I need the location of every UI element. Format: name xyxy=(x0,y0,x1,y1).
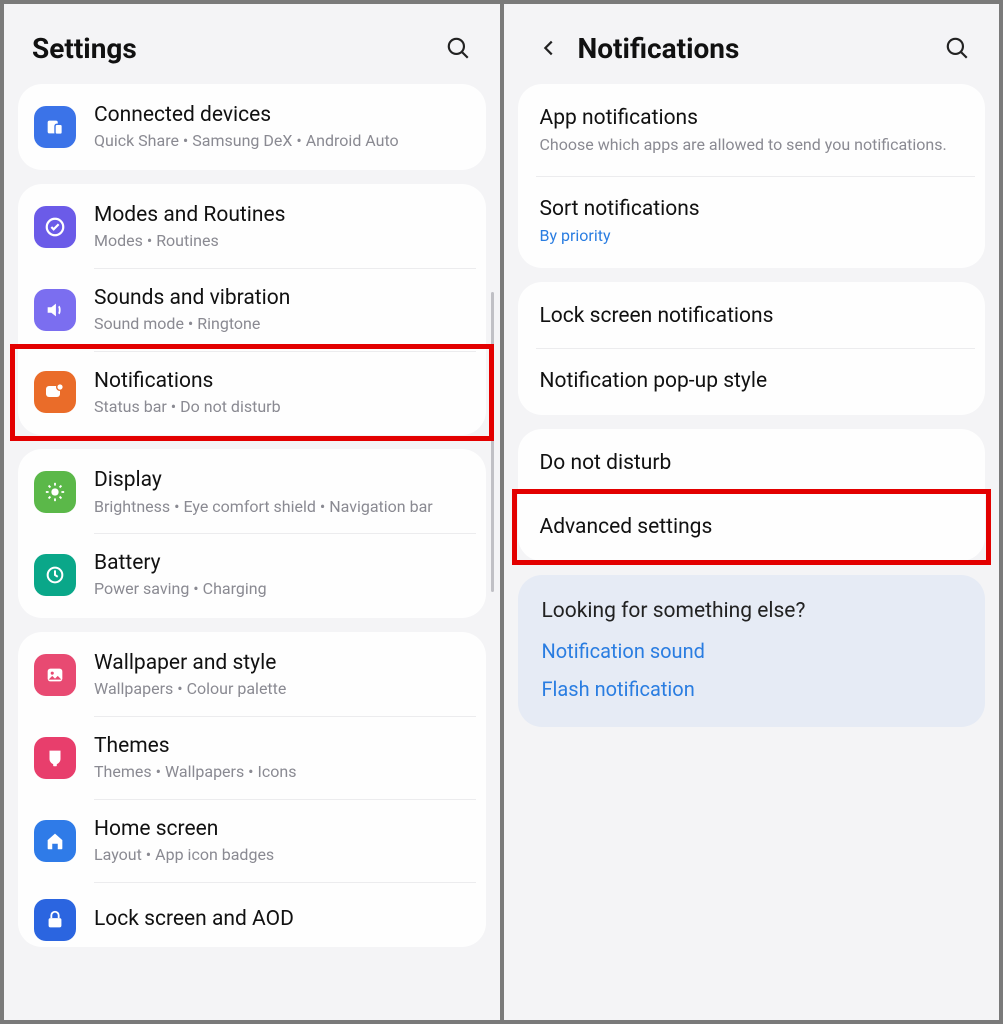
row-sub: Layout • App icon badges xyxy=(94,844,466,866)
battery-icon xyxy=(34,554,76,596)
row-sub: Themes • Wallpapers • Icons xyxy=(94,761,466,783)
row-notifications[interactable]: Notifications Status bar • Do not distur… xyxy=(18,352,486,434)
row-title: Modes and Routines xyxy=(94,202,466,228)
suggestions-card: Looking for something else? Notification… xyxy=(518,575,986,727)
search-icon xyxy=(445,35,471,61)
row-title: Sort notifications xyxy=(540,197,964,221)
row-sub: Sound mode • Ringtone xyxy=(94,313,466,335)
row-battery[interactable]: Battery Power saving • Charging xyxy=(18,534,486,616)
notifications-pane: Notifications App notifications Choose w… xyxy=(504,4,1000,1020)
notif-group: Lock screen notifications Notification p… xyxy=(518,282,986,415)
chevron-left-icon xyxy=(538,37,560,59)
settings-title: Settings xyxy=(32,32,428,65)
row-title: Wallpaper and style xyxy=(94,650,466,676)
link-flash-notification[interactable]: Flash notification xyxy=(542,677,962,701)
check-circle-icon xyxy=(34,206,76,248)
search-button[interactable] xyxy=(440,30,476,66)
row-sub: Wallpapers • Colour palette xyxy=(94,678,466,700)
row-sub: Brightness • Eye comfort shield • Naviga… xyxy=(94,496,466,518)
row-title: Notification pop-up style xyxy=(540,369,964,393)
search-button[interactable] xyxy=(939,30,975,66)
notif-group: Do not disturb Advanced settings xyxy=(518,429,986,561)
settings-content: Connected devices Quick Share • Samsung … xyxy=(4,84,500,1020)
settings-group: Wallpaper and style Wallpapers • Colour … xyxy=(18,632,486,947)
row-sub: Quick Share • Samsung DeX • Android Auto xyxy=(94,130,466,152)
row-notification-popup-style[interactable]: Notification pop-up style xyxy=(518,349,986,413)
scrollbar[interactable] xyxy=(491,292,494,592)
row-display[interactable]: Display Brightness • Eye comfort shield … xyxy=(18,451,486,533)
notif-group: App notifications Choose which apps are … xyxy=(518,84,986,268)
row-title: Notifications xyxy=(94,368,466,394)
row-themes[interactable]: Themes Themes • Wallpapers • Icons xyxy=(18,717,486,799)
lock-icon xyxy=(34,899,76,941)
settings-group: Modes and Routines Modes • Routines Soun… xyxy=(18,184,486,436)
volume-icon xyxy=(34,289,76,331)
row-sub: By priority xyxy=(540,225,964,247)
link-notification-sound[interactable]: Notification sound xyxy=(542,639,962,663)
row-title: Battery xyxy=(94,550,466,576)
row-title: Advanced settings xyxy=(540,515,964,539)
row-title: Themes xyxy=(94,733,466,759)
row-app-notifications[interactable]: App notifications Choose which apps are … xyxy=(518,86,986,176)
row-sort-notifications[interactable]: Sort notifications By priority xyxy=(518,177,986,267)
notifications-content: App notifications Choose which apps are … xyxy=(504,84,1000,1020)
devices-icon xyxy=(34,106,76,148)
row-title: Home screen xyxy=(94,816,466,842)
row-modes-routines[interactable]: Modes and Routines Modes • Routines xyxy=(18,186,486,268)
suggestions-title: Looking for something else? xyxy=(542,599,962,623)
row-sub: Power saving • Charging xyxy=(94,578,466,600)
settings-group: Connected devices Quick Share • Samsung … xyxy=(18,84,486,170)
settings-header: Settings xyxy=(4,4,500,84)
row-home-screen[interactable]: Home screen Layout • App icon badges xyxy=(18,800,486,882)
row-sounds-vibration[interactable]: Sounds and vibration Sound mode • Ringto… xyxy=(18,269,486,351)
row-title: Lock screen notifications xyxy=(540,304,964,328)
brush-icon xyxy=(34,737,76,779)
row-title: App notifications xyxy=(540,106,964,130)
row-lock-screen-notifications[interactable]: Lock screen notifications xyxy=(518,284,986,348)
row-advanced-settings[interactable]: Advanced settings xyxy=(518,495,986,559)
settings-group: Display Brightness • Eye comfort shield … xyxy=(18,449,486,618)
row-sub: Status bar • Do not disturb xyxy=(94,396,466,418)
search-icon xyxy=(944,35,970,61)
back-button[interactable] xyxy=(532,31,566,65)
bell-icon xyxy=(34,371,76,413)
row-sub: Modes • Routines xyxy=(94,230,466,252)
row-title: Connected devices xyxy=(94,102,466,128)
notifications-title: Notifications xyxy=(578,32,928,65)
row-do-not-disturb[interactable]: Do not disturb xyxy=(518,431,986,495)
notifications-header: Notifications xyxy=(504,4,1000,84)
image-icon xyxy=(34,654,76,696)
row-title: Lock screen and AOD xyxy=(94,906,466,932)
row-connected-devices[interactable]: Connected devices Quick Share • Samsung … xyxy=(18,86,486,168)
row-wallpaper-style[interactable]: Wallpaper and style Wallpapers • Colour … xyxy=(18,634,486,716)
row-lock-screen-aod[interactable]: Lock screen and AOD xyxy=(18,883,486,945)
row-title: Do not disturb xyxy=(540,451,964,475)
home-icon xyxy=(34,820,76,862)
row-title: Display xyxy=(94,467,466,493)
sun-icon xyxy=(34,471,76,513)
row-title: Sounds and vibration xyxy=(94,285,466,311)
settings-pane: Settings Connected devices Quick Share •… xyxy=(4,4,500,1020)
row-sub: Choose which apps are allowed to send yo… xyxy=(540,134,964,156)
